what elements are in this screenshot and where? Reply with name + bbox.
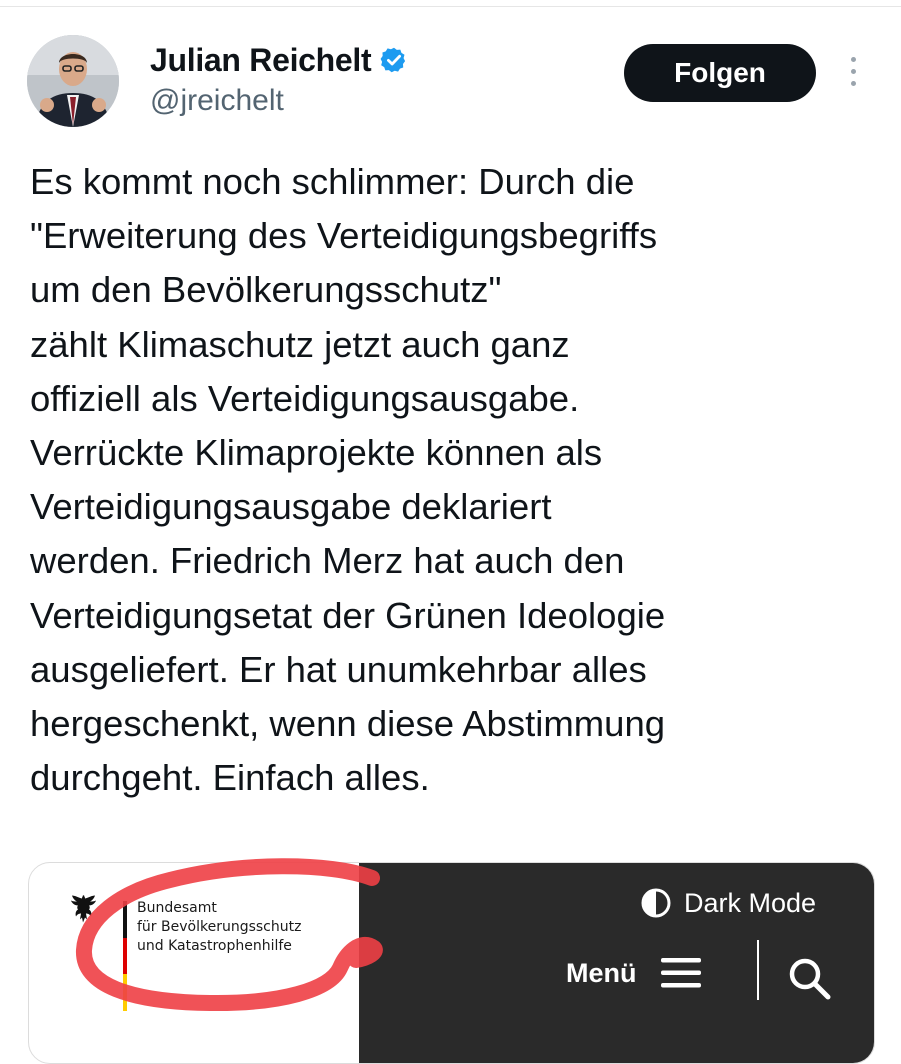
tweet-line: ausgeliefert. Er hat unumkehrbar alles [30,648,647,690]
tweet-line: zählt Klimaschutz jetzt auch ganz [30,323,570,365]
agency-line: für Bevölkerungsschutz [137,919,302,935]
avatar[interactable] [27,35,119,127]
avatar-photo [27,35,119,127]
follow-button[interactable]: Folgen [624,44,816,102]
tweet-line: offiziell als Verteidigungsausgabe. [30,377,580,419]
tweet-line: "Erweiterung des Verteidigungsbegriffs [30,215,658,257]
dark-mode-label: Dark Mode [684,887,817,918]
halfmoon-icon [641,888,671,918]
header-divider [757,940,759,1000]
search-icon[interactable] [786,955,832,1001]
agency-line: Bundesamt [137,900,217,916]
tweet-line: Es kommt noch schlimmer: Durch die [30,161,635,202]
menu-button[interactable]: Menü [566,956,701,990]
menu-label: Menü [566,957,637,988]
eagle-icon [71,895,96,923]
tweet-line: Verrückte Klimaprojekte können als [30,432,603,474]
tweet-line: durchgeht. Einfach alles. [30,757,430,799]
more-vertical-icon[interactable] [843,57,863,91]
top-divider [0,6,901,7]
tweet-line: Verteidigungsetat der Grünen Ideologie [30,594,666,636]
tweet-line: Verteidigungsausgabe deklariert [30,486,552,528]
agency-line: und Katastrophenhilfe [137,938,292,954]
hamburger-icon [660,958,701,988]
tweet-line: werden. Friedrich Merz hat auch den [30,540,625,582]
agency-name: Bundesamt für Bevölkerungsschutz und Kat… [137,899,337,956]
tweet-text: Es kommt noch schlimmer: Durch die "Erwe… [30,155,890,805]
author-handle[interactable]: @jreichelt [150,82,284,120]
verified-badge-icon [380,47,406,73]
author-name-row[interactable]: Julian Reichelt [150,40,408,80]
dark-mode-toggle[interactable]: Dark Mode [640,887,816,919]
tweet-line: um den Bevölkerungsschutz" [30,269,502,311]
tweet-line: hergeschenkt, wenn diese Abstimmung [30,703,666,745]
author-display-name[interactable]: Julian Reichelt [150,40,372,80]
flag-stripe [123,901,127,1011]
